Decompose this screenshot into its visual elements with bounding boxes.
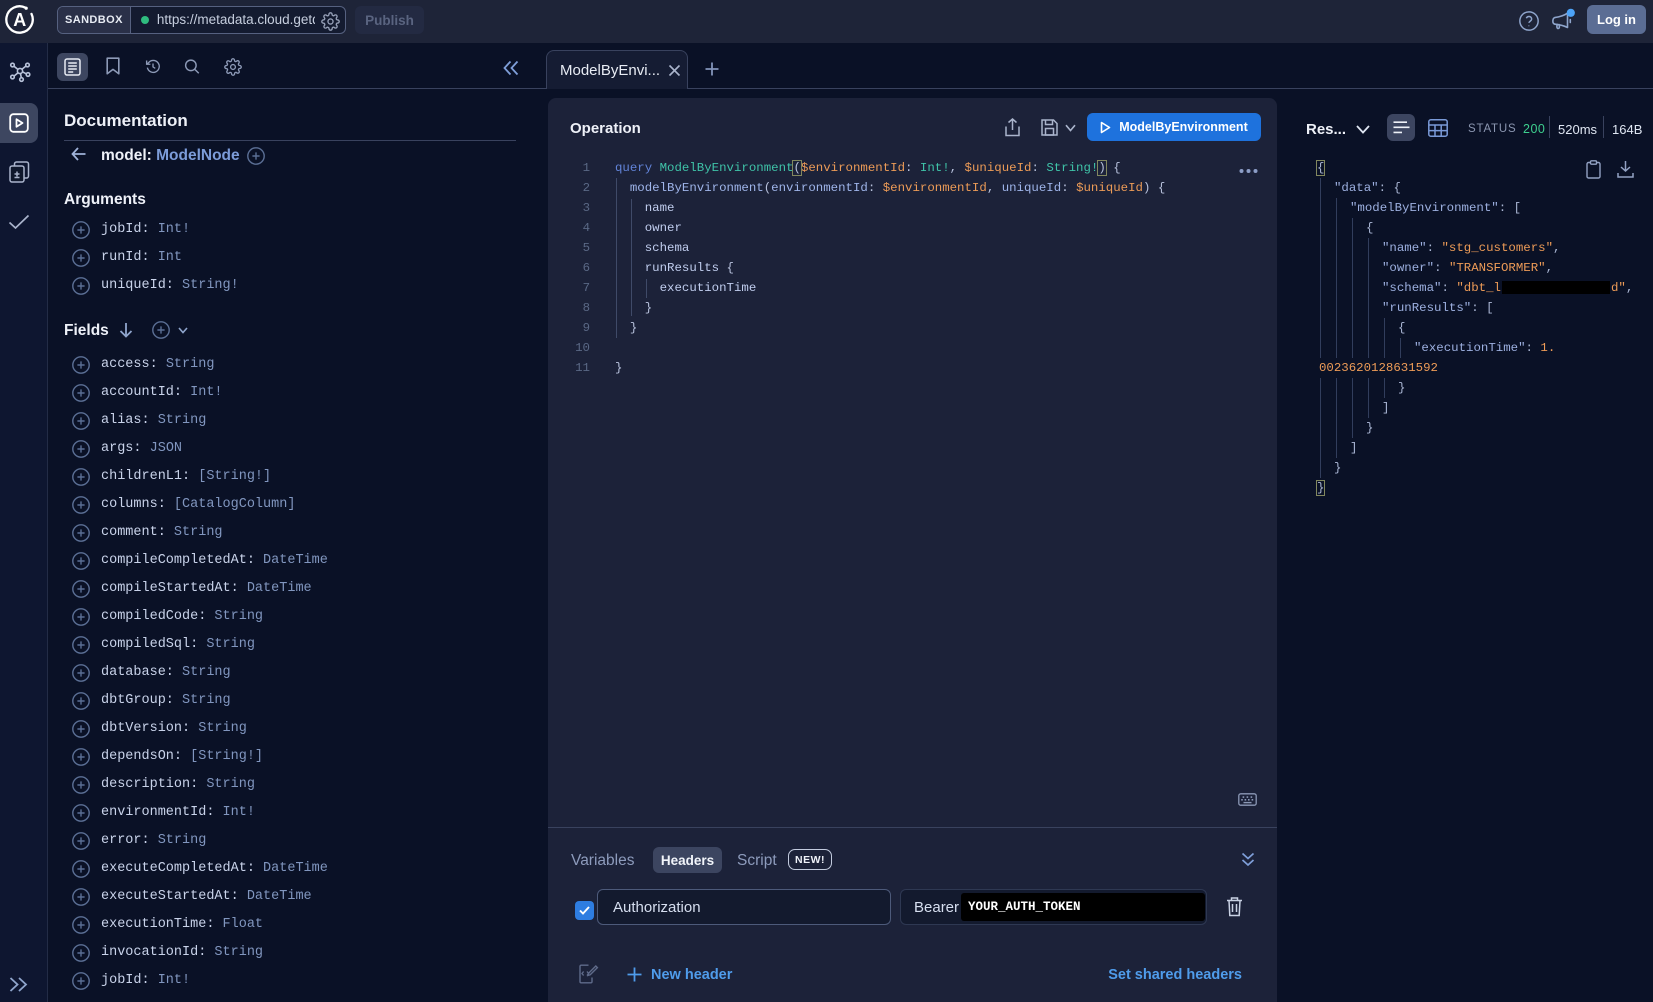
svg-text:A: A — [13, 10, 26, 30]
